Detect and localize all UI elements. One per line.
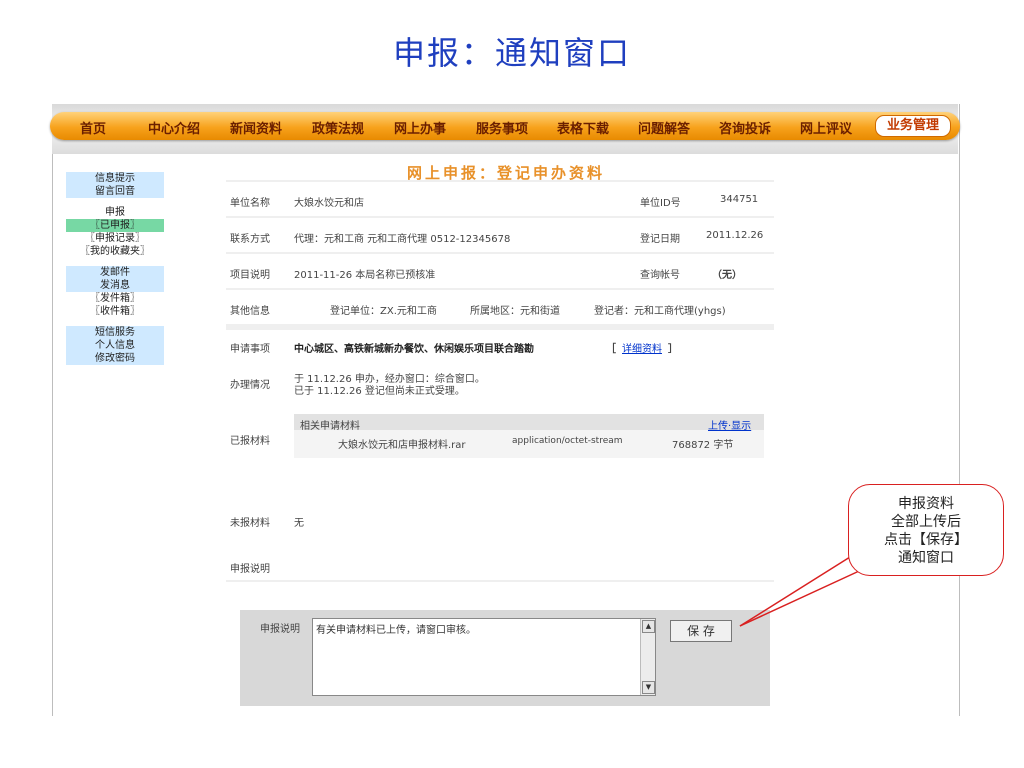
callout-line-1: 申报资料 [898, 496, 954, 512]
callout-note: 申报资料 全部上传后 点击【保存】 通知窗口 [848, 484, 1004, 576]
callout-line-4: 通知窗口 [898, 550, 954, 566]
callout-line-3: 点击【保存】 [884, 532, 968, 548]
callout-line-2: 全部上传后 [891, 514, 961, 530]
callout-pointer [739, 551, 871, 627]
